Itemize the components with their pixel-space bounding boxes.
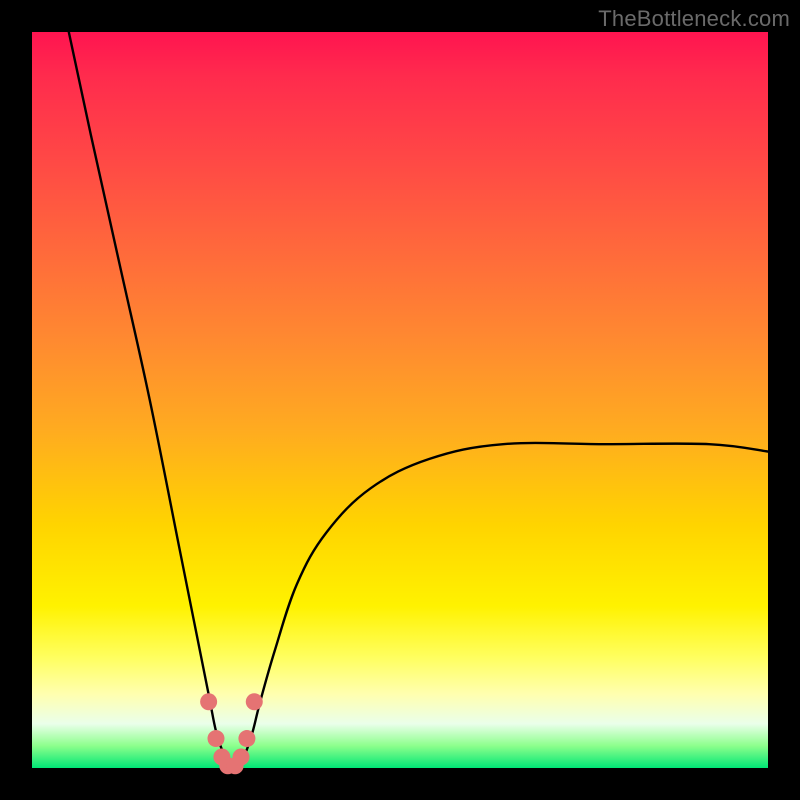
highlight-dot xyxy=(238,730,255,747)
highlight-dot xyxy=(246,693,263,710)
watermark-text: TheBottleneck.com xyxy=(598,6,790,32)
highlight-dots xyxy=(200,693,263,774)
chart-frame: TheBottleneck.com xyxy=(0,0,800,800)
curve-group xyxy=(69,32,768,770)
bottleneck-curve-svg xyxy=(32,32,768,768)
highlight-dot xyxy=(208,730,225,747)
highlight-dot xyxy=(200,693,217,710)
plot-area xyxy=(32,32,768,768)
bottleneck-curve xyxy=(69,32,768,770)
highlight-dot xyxy=(233,748,250,765)
